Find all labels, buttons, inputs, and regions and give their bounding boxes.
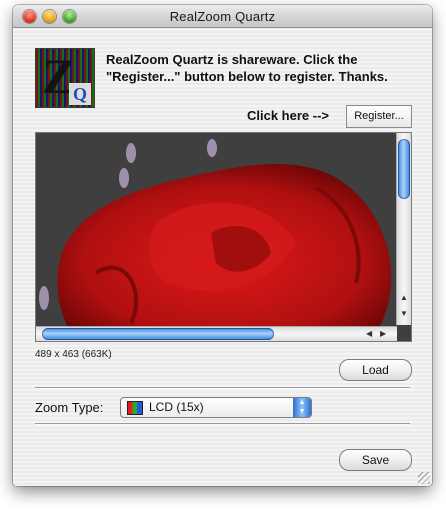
vertical-scrollbar[interactable]: ▲ ▼ (396, 133, 411, 325)
image-size-label: 489 x 463 (663K) (35, 349, 112, 360)
scroll-down-arrow-icon[interactable]: ▼ (400, 309, 408, 318)
logo-q: Q (69, 83, 91, 105)
app-logo: Z Q (35, 48, 95, 108)
popup-arrows-icon: ▲ ▼ (293, 398, 311, 417)
title-bar[interactable]: RealZoom Quartz (13, 5, 432, 28)
load-button[interactable]: Load (339, 359, 412, 381)
save-button[interactable]: Save (339, 449, 412, 471)
scroll-left-arrow-icon[interactable]: ◀ (366, 329, 372, 338)
divider (35, 423, 410, 425)
image-preview[interactable]: ▲ ▼ ◀ ▶ (35, 132, 412, 342)
shareware-message: RealZoom Quartz is shareware. Click the … (106, 52, 388, 84)
resize-grip-icon[interactable] (418, 472, 430, 484)
scroll-up-arrow-icon[interactable]: ▲ (400, 293, 408, 302)
horizontal-scrollbar[interactable]: ◀ ▶ (36, 326, 397, 341)
zoom-type-select[interactable]: LCD (15x) ▲ ▼ (120, 397, 312, 418)
app-window: RealZoom Quartz Z Q RealZoom Quartz is s… (13, 5, 432, 486)
lcd-icon (127, 401, 143, 415)
divider (35, 387, 410, 389)
rose-image (36, 133, 411, 341)
register-prompt: Click here --> (247, 108, 330, 123)
zoom-type-label: Zoom Type: (35, 400, 104, 415)
zoom-type-value: LCD (15x) (149, 400, 204, 414)
vertical-scroll-thumb[interactable] (398, 139, 410, 199)
horizontal-scroll-thumb[interactable] (42, 328, 274, 340)
scroll-right-arrow-icon[interactable]: ▶ (380, 329, 386, 338)
window-title: RealZoom Quartz (169, 9, 276, 24)
register-button[interactable]: Register... (346, 105, 412, 128)
